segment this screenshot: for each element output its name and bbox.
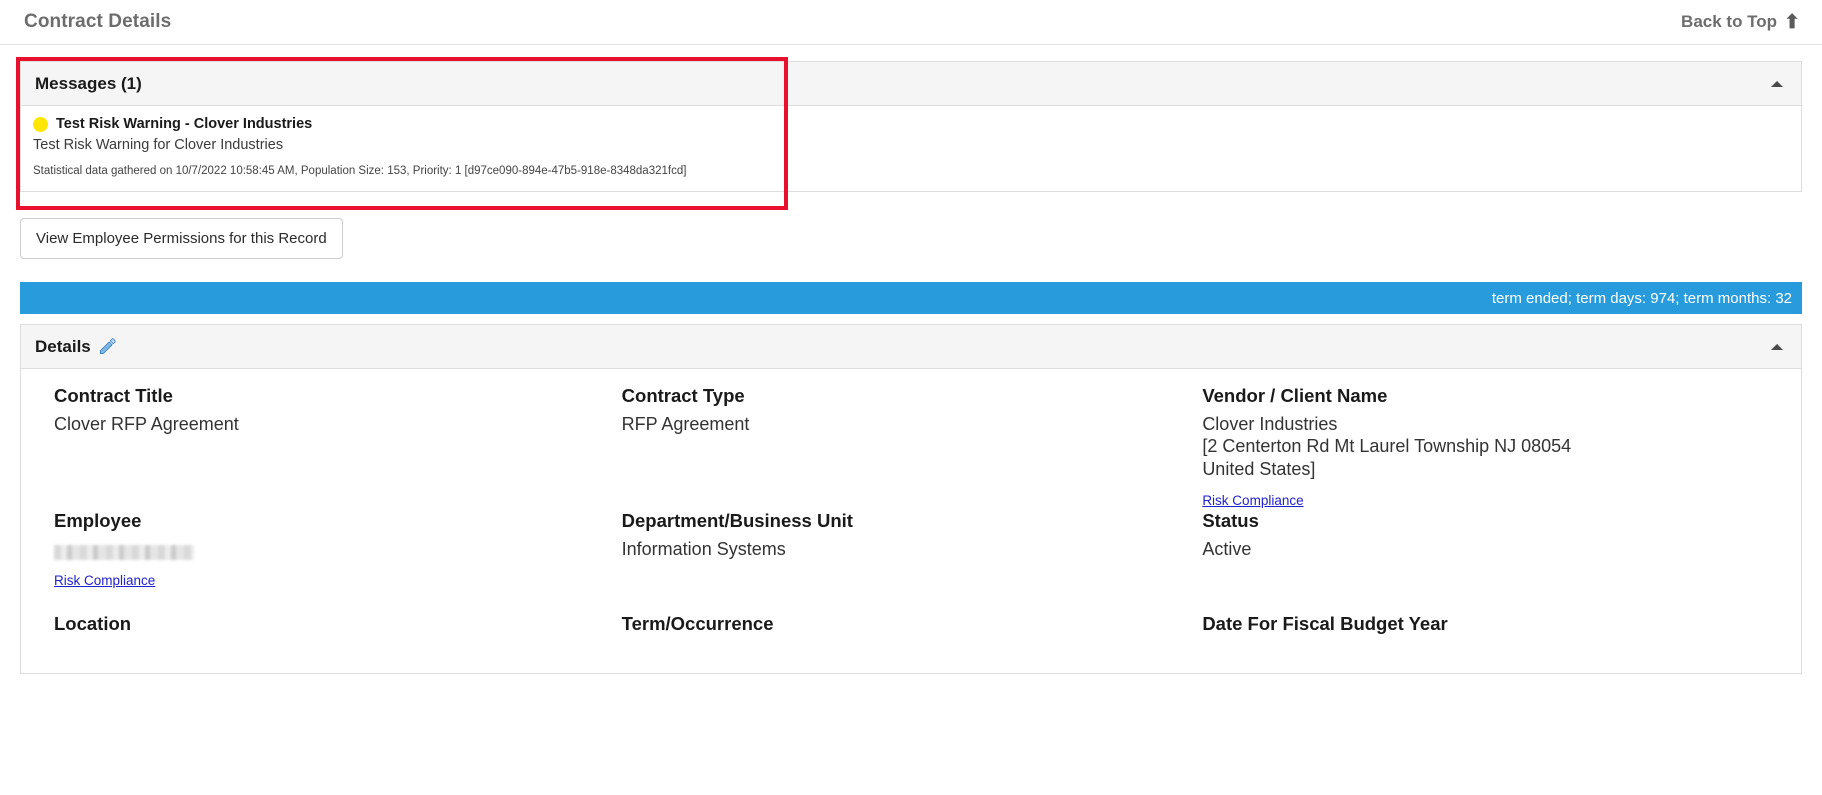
detail-field-contract-type: Contract Type RFP Agreement [620, 385, 1203, 510]
pencil-edit-icon[interactable] [98, 337, 117, 356]
arrow-up-icon: ⬆ [1784, 11, 1800, 33]
message-title: Test Risk Warning - Clover Industries [56, 116, 313, 132]
details-panel-header[interactable]: Details [21, 325, 1801, 369]
details-panel-wrapper: Details Contract Title Clover RFP Agreem… [20, 324, 1802, 674]
risk-compliance-link[interactable]: Risk Compliance [54, 573, 155, 588]
field-label: Location [54, 612, 132, 634]
details-panel-body: Contract Title Clover RFP Agreement Cont… [21, 369, 1801, 673]
back-to-top-button[interactable]: Back to Top ⬆ [1681, 12, 1800, 32]
details-panel-title-group: Details [35, 337, 117, 357]
field-value-redacted [54, 538, 600, 560]
page-content: Messages (1) Test Risk Warning - Clover … [0, 57, 1822, 674]
detail-field-location: Location [37, 613, 620, 673]
caret-up-icon[interactable] [1771, 80, 1783, 87]
message-meta: Statistical data gathered on 10/7/2022 1… [33, 165, 687, 177]
messages-panel-wrapper: Messages (1) Test Risk Warning - Clover … [16, 57, 1802, 210]
detail-field-vendor-client-name: Vendor / Client Name Clover Industries [… [1202, 385, 1785, 510]
page-header: Contract Details Back to Top ⬆ [0, 0, 1822, 45]
field-label: Status [1202, 509, 1259, 531]
field-label: Contract Title [54, 385, 173, 406]
field-label: Term/Occurrence [621, 612, 774, 634]
field-value: Information Systems [621, 538, 786, 559]
field-label: Department/Business Unit [621, 509, 853, 531]
field-label: Vendor / Client Name [1202, 385, 1388, 406]
messages-panel-body: Test Risk Warning - Clover Industries Te… [21, 106, 1801, 191]
details-panel: Details Contract Title Clover RFP Agreem… [20, 324, 1802, 674]
detail-field-date-fiscal-budget-year: Date For Fiscal Budget Year [1202, 613, 1785, 673]
field-value: Clover Industries [2 Centerton Rd Mt Lau… [1202, 414, 1572, 479]
messages-panel-title: Messages (1) [35, 73, 142, 93]
detail-field-contract-title: Contract Title Clover RFP Agreement [37, 385, 620, 510]
permissions-button-row: View Employee Permissions for this Recor… [20, 218, 1802, 259]
redacted-value [54, 544, 194, 560]
details-row: Employee Risk Compliance Department/Busi… [37, 510, 1785, 613]
term-status-text: term ended; term days: 974; term months:… [1491, 289, 1792, 307]
back-to-top-label: Back to Top [1681, 12, 1778, 31]
caret-up-icon[interactable] [1771, 343, 1783, 350]
field-value: Clover RFP Agreement [54, 414, 239, 434]
detail-field-employee: Employee Risk Compliance [37, 510, 620, 613]
field-value: Active [1202, 538, 1252, 559]
risk-compliance-link[interactable]: Risk Compliance [1202, 493, 1303, 508]
message-subtitle: Test Risk Warning for Clover Industries [33, 137, 284, 153]
details-row: Contract Title Clover RFP Agreement Cont… [37, 385, 1785, 510]
field-label: Employee [54, 509, 142, 531]
messages-panel: Messages (1) Test Risk Warning - Clover … [20, 61, 1802, 192]
message-item: Test Risk Warning - Clover Industries [33, 116, 1789, 132]
field-value: RFP Agreement [621, 414, 750, 434]
messages-panel-header[interactable]: Messages (1) [21, 62, 1801, 106]
detail-field-term-occurrence: Term/Occurrence [620, 613, 1203, 673]
details-row: Location Term/Occurrence Date For Fiscal… [37, 613, 1785, 673]
view-employee-permissions-button[interactable]: View Employee Permissions for this Recor… [20, 218, 343, 259]
yellow-status-dot-icon [33, 116, 48, 132]
detail-field-status: Status Active [1202, 510, 1785, 613]
details-panel-title: Details [35, 336, 91, 356]
page-title: Contract Details [24, 11, 172, 32]
term-status-bar: term ended; term days: 974; term months:… [20, 282, 1802, 314]
field-label: Contract Type [621, 385, 745, 406]
detail-field-department-business-unit: Department/Business Unit Information Sys… [620, 510, 1203, 613]
field-label: Date For Fiscal Budget Year [1202, 612, 1448, 634]
